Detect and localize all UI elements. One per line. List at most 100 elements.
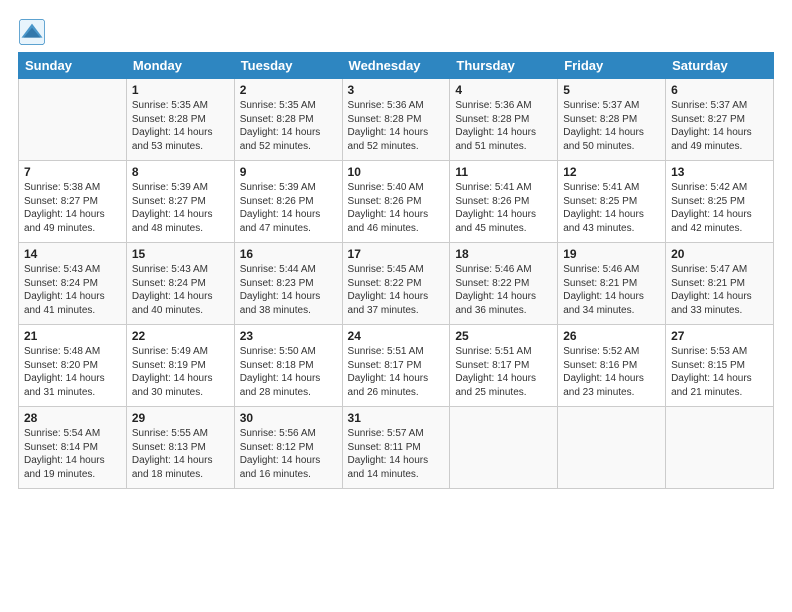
day-info: Sunrise: 5:50 AM Sunset: 8:18 PM Dayligh… bbox=[240, 345, 337, 399]
day-number: 5 bbox=[563, 83, 660, 97]
day-number: 20 bbox=[671, 247, 768, 261]
day-number: 21 bbox=[24, 329, 121, 343]
day-number: 27 bbox=[671, 329, 768, 343]
header bbox=[18, 18, 774, 46]
calendar-day-cell: 26 Sunrise: 5:52 AM Sunset: 8:16 PM Dayli… bbox=[558, 325, 666, 407]
calendar-day-cell: 30 Sunrise: 5:56 AM Sunset: 8:12 PM Dayli… bbox=[234, 407, 342, 489]
day-info: Sunrise: 5:45 AM Sunset: 8:22 PM Dayligh… bbox=[348, 263, 445, 317]
day-info: Sunrise: 5:38 AM Sunset: 8:27 PM Dayligh… bbox=[24, 181, 121, 235]
day-info: Sunrise: 5:43 AM Sunset: 8:24 PM Dayligh… bbox=[24, 263, 121, 317]
day-number: 2 bbox=[240, 83, 337, 97]
day-number: 7 bbox=[24, 165, 121, 179]
calendar-day-cell: 3Sunrise: 5:36 AM Sunset: 8:28 PM Daylig… bbox=[342, 79, 450, 161]
calendar-week-row: 1 Sunrise: 5:35 AM Sunset: 8:28 PM Daylig… bbox=[19, 79, 774, 161]
day-number: 22 bbox=[132, 329, 229, 343]
day-info: Sunrise: 5:57 AM Sunset: 8:11 PM Dayligh… bbox=[348, 427, 445, 481]
calendar-day-cell bbox=[450, 407, 558, 489]
calendar-day-cell: 12 Sunrise: 5:41 AM Sunset: 8:25 PM Dayli… bbox=[558, 161, 666, 243]
calendar-day-cell: 9 Sunrise: 5:39 AM Sunset: 8:26 PM Daylig… bbox=[234, 161, 342, 243]
day-info: Sunrise: 5:52 AM Sunset: 8:16 PM Dayligh… bbox=[563, 345, 660, 399]
calendar-day-cell: 29 Sunrise: 5:55 AM Sunset: 8:13 PM Dayli… bbox=[126, 407, 234, 489]
day-number: 1 bbox=[132, 83, 229, 97]
day-number: 11 bbox=[455, 165, 552, 179]
day-number: 17 bbox=[348, 247, 445, 261]
day-number: 25 bbox=[455, 329, 552, 343]
calendar-header: SundayMondayTuesdayWednesdayThursdayFrid… bbox=[19, 53, 774, 79]
weekday-header: Thursday bbox=[450, 53, 558, 79]
day-number: 12 bbox=[563, 165, 660, 179]
calendar-day-cell: 6 Sunrise: 5:37 AM Sunset: 8:27 PM Daylig… bbox=[666, 79, 774, 161]
weekday-header: Sunday bbox=[19, 53, 127, 79]
calendar-day-cell bbox=[19, 79, 127, 161]
day-info: Sunrise: 5:41 AM Sunset: 8:25 PM Dayligh… bbox=[563, 181, 660, 235]
day-number: 8 bbox=[132, 165, 229, 179]
day-number: 6 bbox=[671, 83, 768, 97]
weekday-header: Tuesday bbox=[234, 53, 342, 79]
day-info: Sunrise: 5:35 AM Sunset: 8:28 PM Dayligh… bbox=[240, 99, 337, 153]
day-info: Sunrise: 5:39 AM Sunset: 8:26 PM Dayligh… bbox=[240, 181, 337, 235]
weekday-header: Monday bbox=[126, 53, 234, 79]
day-number: 9 bbox=[240, 165, 337, 179]
calendar-day-cell: 23Sunrise: 5:50 AM Sunset: 8:18 PM Dayli… bbox=[234, 325, 342, 407]
day-info: Sunrise: 5:55 AM Sunset: 8:13 PM Dayligh… bbox=[132, 427, 229, 481]
day-info: Sunrise: 5:41 AM Sunset: 8:26 PM Dayligh… bbox=[455, 181, 552, 235]
calendar-day-cell: 5 Sunrise: 5:37 AM Sunset: 8:28 PM Daylig… bbox=[558, 79, 666, 161]
calendar-day-cell bbox=[558, 407, 666, 489]
day-info: Sunrise: 5:47 AM Sunset: 8:21 PM Dayligh… bbox=[671, 263, 768, 317]
calendar-day-cell: 13 Sunrise: 5:42 AM Sunset: 8:25 PM Dayli… bbox=[666, 161, 774, 243]
day-info: Sunrise: 5:51 AM Sunset: 8:17 PM Dayligh… bbox=[348, 345, 445, 399]
calendar-day-cell: 31 Sunrise: 5:57 AM Sunset: 8:11 PM Dayli… bbox=[342, 407, 450, 489]
day-number: 14 bbox=[24, 247, 121, 261]
calendar-day-cell: 1 Sunrise: 5:35 AM Sunset: 8:28 PM Daylig… bbox=[126, 79, 234, 161]
day-number: 31 bbox=[348, 411, 445, 425]
calendar-day-cell: 17 Sunrise: 5:45 AM Sunset: 8:22 PM Dayli… bbox=[342, 243, 450, 325]
calendar-day-cell: 14 Sunrise: 5:43 AM Sunset: 8:24 PM Dayli… bbox=[19, 243, 127, 325]
calendar-day-cell: 4Sunrise: 5:36 AM Sunset: 8:28 PM Daylig… bbox=[450, 79, 558, 161]
calendar-day-cell: 28Sunrise: 5:54 AM Sunset: 8:14 PM Dayli… bbox=[19, 407, 127, 489]
day-info: Sunrise: 5:37 AM Sunset: 8:28 PM Dayligh… bbox=[563, 99, 660, 153]
day-number: 30 bbox=[240, 411, 337, 425]
day-info: Sunrise: 5:43 AM Sunset: 8:24 PM Dayligh… bbox=[132, 263, 229, 317]
day-info: Sunrise: 5:42 AM Sunset: 8:25 PM Dayligh… bbox=[671, 181, 768, 235]
day-number: 4 bbox=[455, 83, 552, 97]
day-info: Sunrise: 5:48 AM Sunset: 8:20 PM Dayligh… bbox=[24, 345, 121, 399]
logo bbox=[18, 18, 48, 46]
day-info: Sunrise: 5:53 AM Sunset: 8:15 PM Dayligh… bbox=[671, 345, 768, 399]
calendar-week-row: 14 Sunrise: 5:43 AM Sunset: 8:24 PM Dayli… bbox=[19, 243, 774, 325]
weekday-row: SundayMondayTuesdayWednesdayThursdayFrid… bbox=[19, 53, 774, 79]
day-info: Sunrise: 5:51 AM Sunset: 8:17 PM Dayligh… bbox=[455, 345, 552, 399]
calendar-day-cell: 21 Sunrise: 5:48 AM Sunset: 8:20 PM Dayli… bbox=[19, 325, 127, 407]
day-info: Sunrise: 5:40 AM Sunset: 8:26 PM Dayligh… bbox=[348, 181, 445, 235]
day-info: Sunrise: 5:35 AM Sunset: 8:28 PM Dayligh… bbox=[132, 99, 229, 153]
day-info: Sunrise: 5:49 AM Sunset: 8:19 PM Dayligh… bbox=[132, 345, 229, 399]
day-number: 19 bbox=[563, 247, 660, 261]
logo-icon bbox=[18, 18, 46, 46]
page: SundayMondayTuesdayWednesdayThursdayFrid… bbox=[0, 0, 792, 499]
day-info: Sunrise: 5:36 AM Sunset: 8:28 PM Dayligh… bbox=[348, 99, 445, 153]
day-info: Sunrise: 5:54 AM Sunset: 8:14 PM Dayligh… bbox=[24, 427, 121, 481]
calendar-day-cell: 24Sunrise: 5:51 AM Sunset: 8:17 PM Dayli… bbox=[342, 325, 450, 407]
calendar-day-cell: 15Sunrise: 5:43 AM Sunset: 8:24 PM Dayli… bbox=[126, 243, 234, 325]
day-info: Sunrise: 5:37 AM Sunset: 8:27 PM Dayligh… bbox=[671, 99, 768, 153]
calendar-day-cell: 25 Sunrise: 5:51 AM Sunset: 8:17 PM Dayli… bbox=[450, 325, 558, 407]
calendar-table: SundayMondayTuesdayWednesdayThursdayFrid… bbox=[18, 52, 774, 489]
weekday-header: Saturday bbox=[666, 53, 774, 79]
day-info: Sunrise: 5:44 AM Sunset: 8:23 PM Dayligh… bbox=[240, 263, 337, 317]
calendar-day-cell: 19Sunrise: 5:46 AM Sunset: 8:21 PM Dayli… bbox=[558, 243, 666, 325]
calendar-week-row: 7 Sunrise: 5:38 AM Sunset: 8:27 PM Daylig… bbox=[19, 161, 774, 243]
calendar-day-cell: 18Sunrise: 5:46 AM Sunset: 8:22 PM Dayli… bbox=[450, 243, 558, 325]
weekday-header: Friday bbox=[558, 53, 666, 79]
calendar-day-cell: 27 Sunrise: 5:53 AM Sunset: 8:15 PM Dayli… bbox=[666, 325, 774, 407]
day-number: 29 bbox=[132, 411, 229, 425]
day-info: Sunrise: 5:46 AM Sunset: 8:22 PM Dayligh… bbox=[455, 263, 552, 317]
calendar-day-cell: 10 Sunrise: 5:40 AM Sunset: 8:26 PM Dayli… bbox=[342, 161, 450, 243]
day-number: 26 bbox=[563, 329, 660, 343]
day-info: Sunrise: 5:39 AM Sunset: 8:27 PM Dayligh… bbox=[132, 181, 229, 235]
day-number: 10 bbox=[348, 165, 445, 179]
day-number: 13 bbox=[671, 165, 768, 179]
calendar-week-row: 21 Sunrise: 5:48 AM Sunset: 8:20 PM Dayli… bbox=[19, 325, 774, 407]
calendar-day-cell: 20 Sunrise: 5:47 AM Sunset: 8:21 PM Dayli… bbox=[666, 243, 774, 325]
weekday-header: Wednesday bbox=[342, 53, 450, 79]
day-number: 16 bbox=[240, 247, 337, 261]
day-info: Sunrise: 5:56 AM Sunset: 8:12 PM Dayligh… bbox=[240, 427, 337, 481]
